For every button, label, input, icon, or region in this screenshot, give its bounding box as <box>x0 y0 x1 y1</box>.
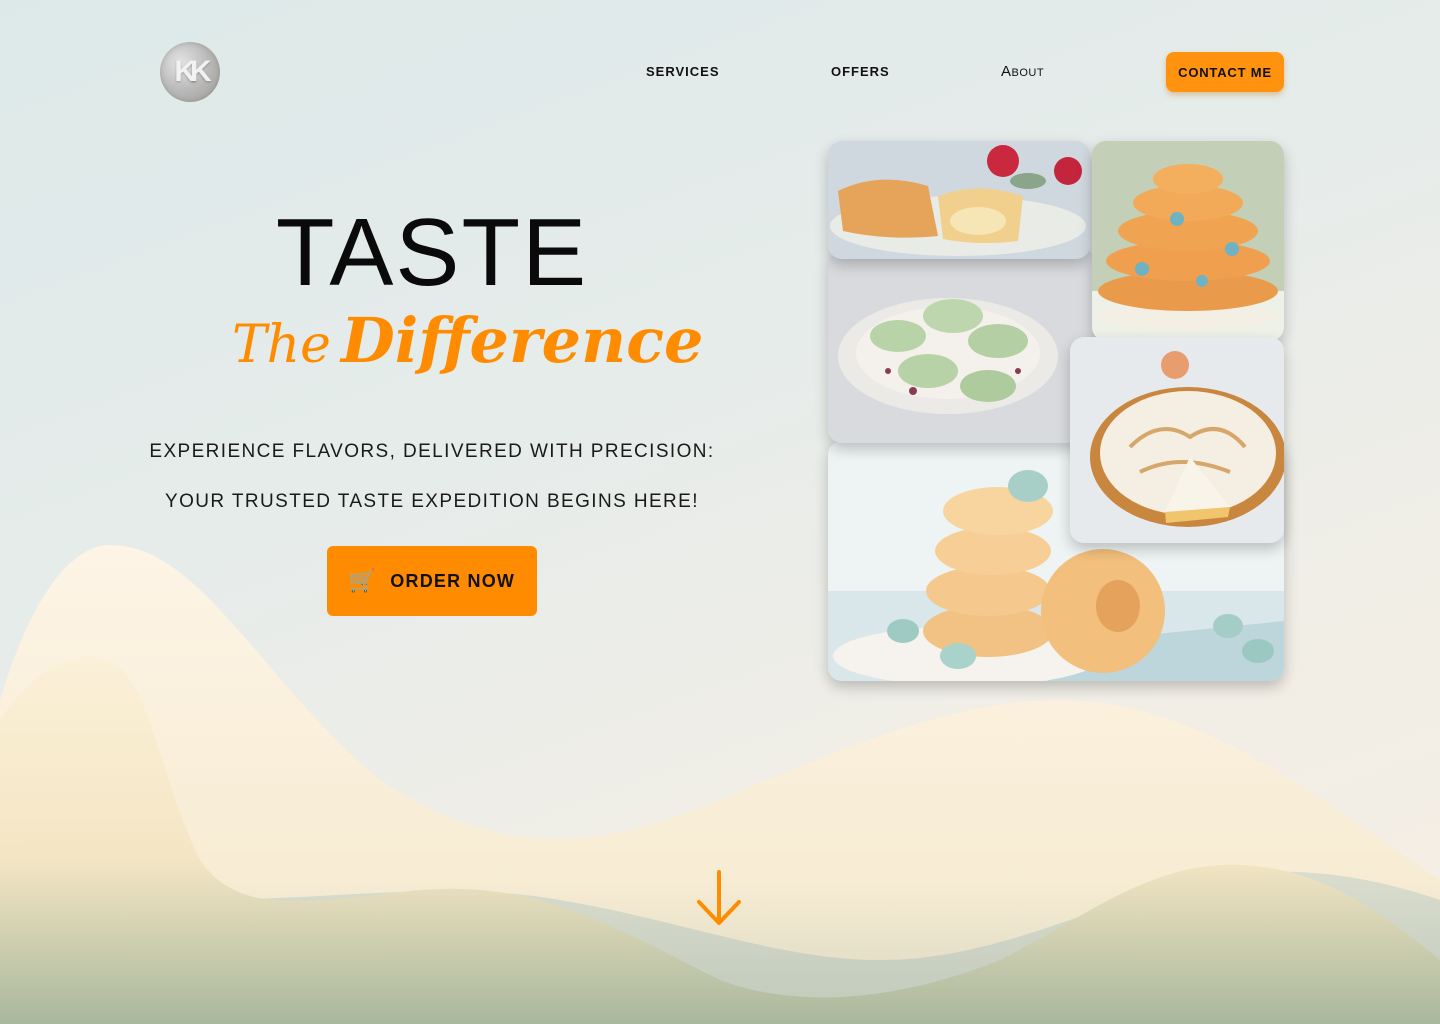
macarons-photo <box>828 251 1098 443</box>
contact-me-button[interactable]: CONTACT ME <box>1166 52 1284 92</box>
hero-subtitle-the: The <box>232 315 331 375</box>
meringue-tart-photo <box>1070 337 1284 543</box>
hero-tagline-line2: YOUR TRUSTED TASTE EXPEDITION BEGINS HER… <box>165 491 699 512</box>
hero-title: TASTE <box>275 199 589 306</box>
shopping-cart-icon: 🛒 <box>348 568 377 593</box>
order-now-button[interactable]: 🛒 ORDER NOW <box>327 546 537 616</box>
stacked-donuts-photo <box>1092 141 1284 341</box>
arrow-down-icon[interactable] <box>696 870 742 928</box>
nav-services[interactable]: SERVICES <box>646 64 720 79</box>
nav-offers[interactable]: OFFERS <box>831 64 890 79</box>
brand-logo[interactable]: KK <box>160 42 220 102</box>
kk-logo-icon: KK <box>174 55 211 88</box>
dessert-gallery <box>828 141 1284 681</box>
hero-subtitle-difference: Difference <box>340 304 704 377</box>
order-now-label: ORDER NOW <box>390 570 516 591</box>
nav-about[interactable]: About <box>1001 63 1044 80</box>
hero-subtitle: The Difference <box>232 310 703 375</box>
hero-tagline-line1: EXPERIENCE FLAVORS, DELIVERED WITH PRECI… <box>149 441 715 462</box>
eclair-photo <box>828 141 1090 259</box>
